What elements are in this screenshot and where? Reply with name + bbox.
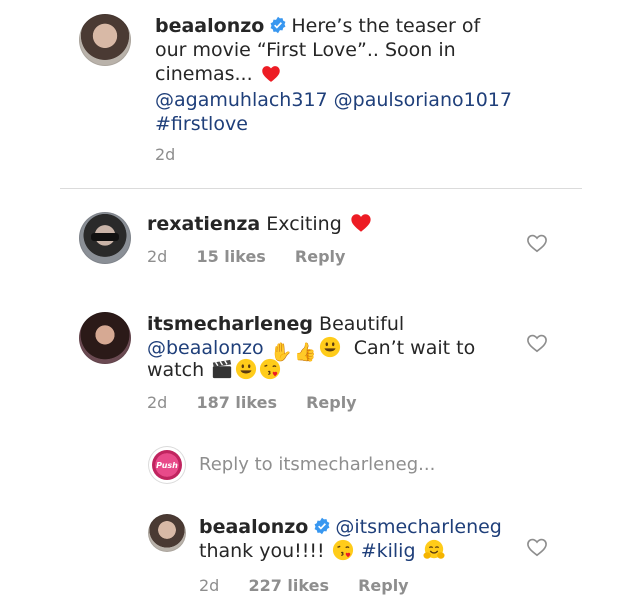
red-heart-emoji-icon <box>261 66 280 82</box>
caption-line-4: @agamuhlach317 @paulsoriano1017 <box>155 88 512 112</box>
comment-line-1: rexatienza Exciting <box>147 212 374 236</box>
push-logo-text: Push <box>156 460 178 470</box>
post-timestamp: 2d <box>155 145 175 164</box>
face-blowing-kiss-emoji-icon <box>260 358 281 380</box>
timestamp-text: 2d <box>155 145 176 164</box>
hashtag-link[interactable]: #firstlove <box>155 113 248 135</box>
avatar[interactable] <box>79 212 131 264</box>
like-heart-icon[interactable] <box>526 537 548 557</box>
caption-line-1: beaalonzo Here’s the teaser of <box>155 14 480 38</box>
divider <box>60 188 582 189</box>
likes-count[interactable]: 227 likes <box>248 576 329 595</box>
comment-text: watch <box>147 359 205 381</box>
timestamp-text: 2d <box>147 393 168 412</box>
caption-line-5: #firstlove <box>155 112 248 136</box>
sunglasses <box>91 233 119 241</box>
comment-text: Exciting <box>266 213 342 235</box>
comment-meta: 2d 187 likes Reply <box>147 393 357 412</box>
mention-link[interactable]: @agamuhlach317 <box>155 89 328 111</box>
caption-line-3: cinemas... <box>155 62 283 86</box>
reply-username[interactable]: beaalonzo <box>199 516 308 538</box>
caption-text-1: Here’s the teaser of <box>291 15 481 37</box>
hugging-face-emoji-icon <box>423 539 445 559</box>
avatar[interactable] <box>79 312 131 364</box>
avatar[interactable] <box>148 514 186 552</box>
reply-button[interactable]: Reply <box>306 393 357 412</box>
timestamp-text: 2d <box>199 576 220 595</box>
push-logo: Push <box>152 450 182 480</box>
hashtag-link[interactable]: #kilig <box>361 540 416 562</box>
comment-username[interactable]: rexatienza <box>147 213 260 235</box>
mention-link[interactable]: @itsmecharleneg <box>335 516 502 538</box>
clapper-board-emoji-icon <box>213 359 232 379</box>
comment-username[interactable]: itsmecharleneg <box>147 313 313 335</box>
comment-meta: 2d 15 likes Reply <box>147 247 345 266</box>
reply-button[interactable]: Reply <box>295 247 346 266</box>
like-heart-icon[interactable] <box>526 333 548 353</box>
verified-badge-icon <box>314 517 330 535</box>
comment-line-3: watch <box>147 358 282 382</box>
mention-link[interactable]: @beaalonzo <box>147 337 264 359</box>
like-heart-icon[interactable] <box>526 233 548 253</box>
avatar[interactable] <box>79 14 131 66</box>
comment-text: Beautiful <box>319 313 405 335</box>
caption-text-3: cinemas... <box>155 63 253 85</box>
reply-text: thank you!!!! <box>199 540 325 562</box>
reply-button[interactable]: Reply <box>358 576 409 595</box>
reply-line-1: beaalonzo @itsmecharleneg <box>199 515 502 539</box>
mention-link[interactable]: @paulsoriano1017 <box>334 89 512 111</box>
caption-line-2: our movie “First Love”.. Soon in <box>155 39 456 61</box>
smiley-emoji-icon <box>319 336 340 358</box>
comment-line-1: itsmecharleneg Beautiful <box>147 312 404 336</box>
red-heart-emoji-icon <box>351 214 371 232</box>
avatar: Push <box>148 446 186 484</box>
smiley-emoji-icon <box>236 358 257 380</box>
reply-input[interactable]: Reply to itsmecharleneg... <box>199 454 435 475</box>
likes-count[interactable]: 187 likes <box>196 393 277 412</box>
comment-text: Can’t wait to <box>353 337 476 359</box>
post-username[interactable]: beaalonzo <box>155 15 264 37</box>
likes-count[interactable]: 15 likes <box>196 247 265 266</box>
reply-meta: 2d 227 likes Reply <box>199 576 409 595</box>
verified-badge-icon <box>270 16 286 34</box>
face-blowing-kiss-emoji-icon <box>332 539 353 561</box>
reply-line-2: thank you!!!! #kilig <box>199 539 446 563</box>
thumbs-up-emoji-icon: 👍 <box>294 342 317 363</box>
timestamp-text: 2d <box>147 247 168 266</box>
